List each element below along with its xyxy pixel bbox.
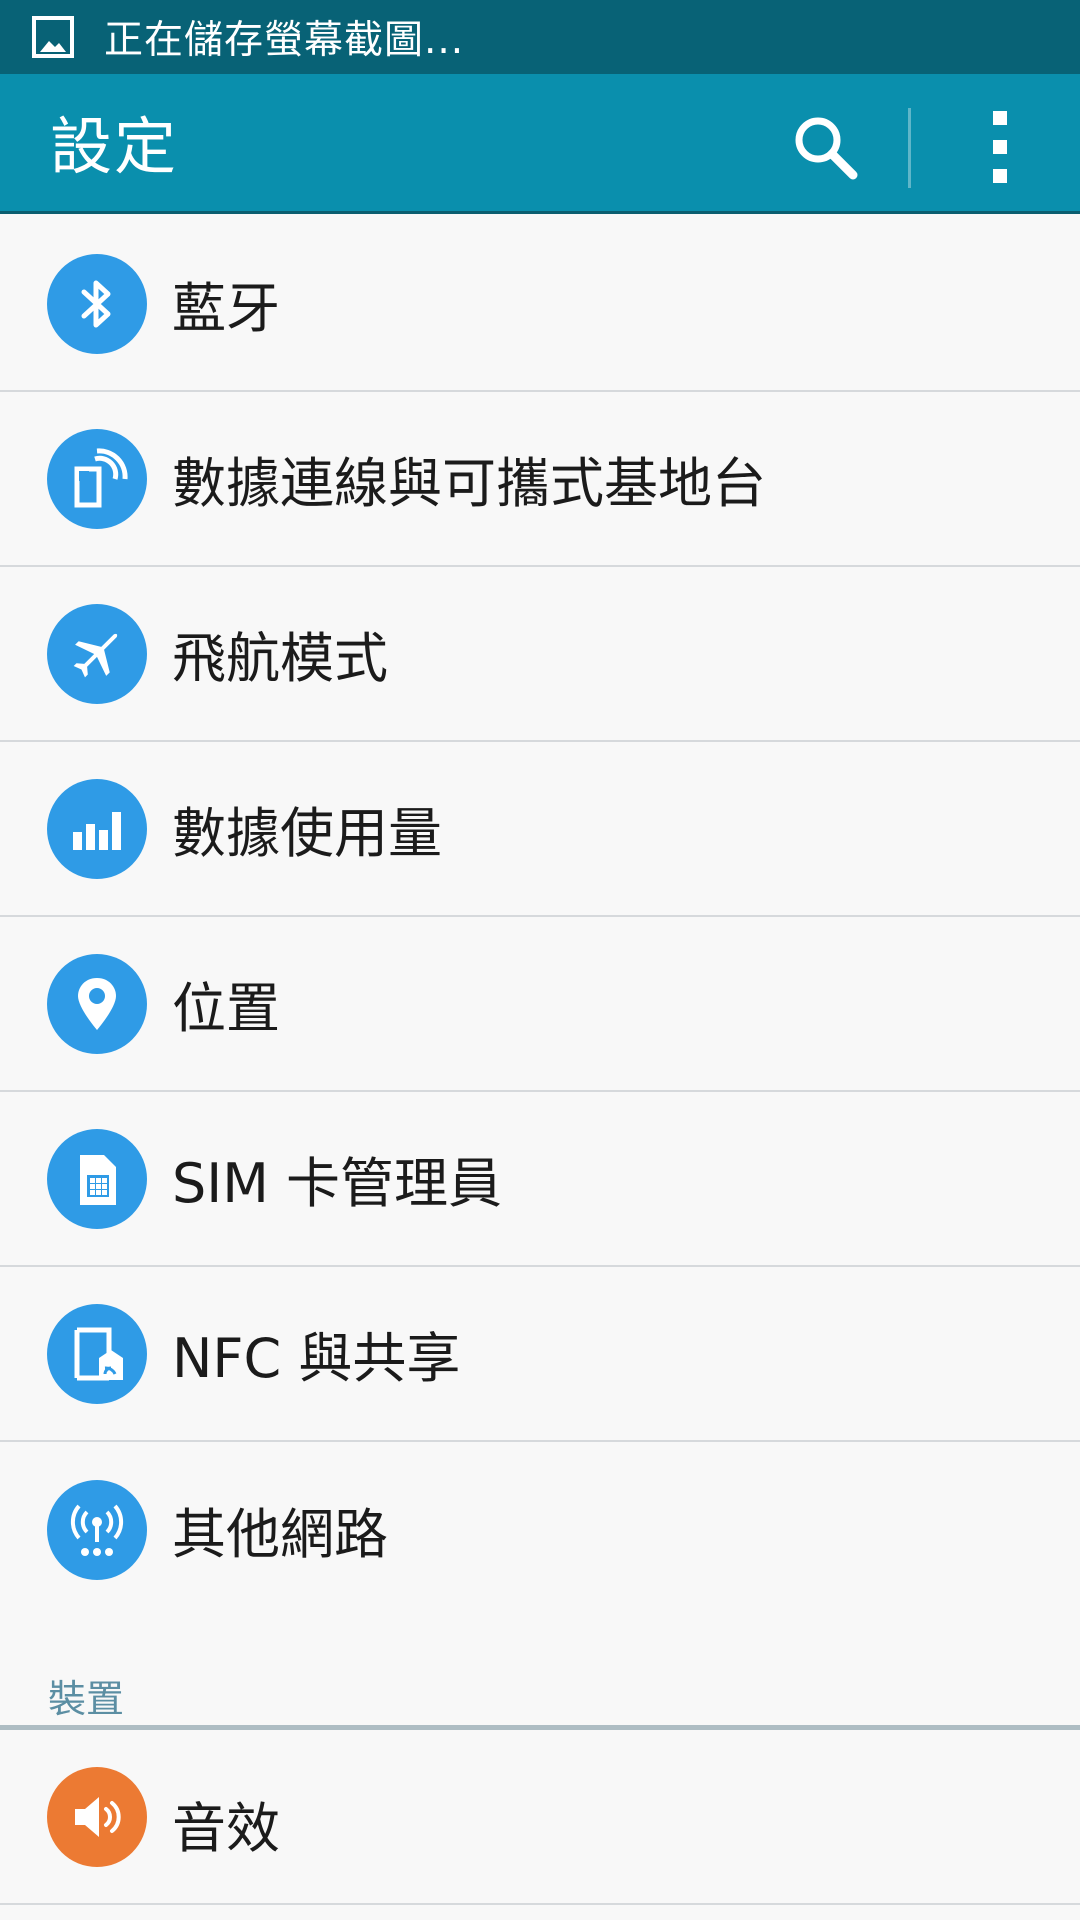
- search-button[interactable]: [780, 102, 870, 192]
- settings-item-label: 飛航模式: [172, 627, 388, 690]
- app-bar: 設定: [0, 74, 1080, 214]
- settings-item-more-networks[interactable]: 其他網路: [0, 1442, 1080, 1617]
- settings-item-data-usage[interactable]: 數據使用量: [0, 742, 1080, 917]
- settings-item-label: 位置: [172, 977, 280, 1040]
- page-title: 設定: [50, 110, 179, 183]
- overflow-menu-button[interactable]: [955, 102, 1045, 192]
- screenshot-notification-icon: [32, 16, 74, 58]
- speaker-icon: [47, 1767, 147, 1867]
- settings-item-sound[interactable]: 音效: [0, 1730, 1080, 1905]
- settings-item-location[interactable]: 位置: [0, 917, 1080, 1092]
- more-networks-icon: [47, 1479, 147, 1580]
- settings-item-label: NFC 與共享: [172, 1327, 461, 1390]
- airplane-icon: [47, 603, 147, 704]
- section-title: 裝置: [48, 1677, 125, 1721]
- settings-item-sim-manager[interactable]: SIM 卡管理員: [0, 1092, 1080, 1267]
- settings-item-label: SIM 卡管理員: [172, 1152, 502, 1215]
- status-notification-text: 正在儲存螢幕截圖...: [104, 18, 465, 63]
- search-icon: [795, 117, 858, 180]
- settings-item-tethering[interactable]: 數據連線與可攜式基地台: [0, 392, 1080, 567]
- settings-item-airplane-mode[interactable]: 飛航模式: [0, 567, 1080, 742]
- tethering-hotspot-icon: [47, 428, 147, 529]
- section-header-device: 裝置: [0, 1620, 1080, 1730]
- data-usage-icon: [47, 778, 147, 879]
- overflow-menu-icon: [993, 111, 1007, 183]
- sim-card-icon: [47, 1128, 147, 1229]
- settings-item-label: 音效: [172, 1797, 280, 1860]
- settings-item-nfc-share[interactable]: NFC 與共享: [0, 1267, 1080, 1442]
- status-bar: 正在儲存螢幕截圖...: [0, 0, 1080, 74]
- nfc-share-icon: [47, 1303, 147, 1404]
- settings-list: 藍牙 數據連線與可攜式基地台 飛航模式 數據使用量 位置 SIM 卡管理員 NF…: [0, 217, 1080, 1617]
- settings-item-label: 數據連線與可攜式基地台: [172, 452, 766, 515]
- bluetooth-icon: [47, 253, 147, 354]
- settings-item-label: 藍牙: [172, 277, 280, 340]
- location-pin-icon: [47, 953, 147, 1054]
- settings-item-label: 數據使用量: [172, 802, 442, 865]
- settings-item-label: 其他網路: [172, 1503, 388, 1566]
- app-bar-divider: [908, 108, 911, 188]
- settings-item-bluetooth[interactable]: 藍牙: [0, 217, 1080, 392]
